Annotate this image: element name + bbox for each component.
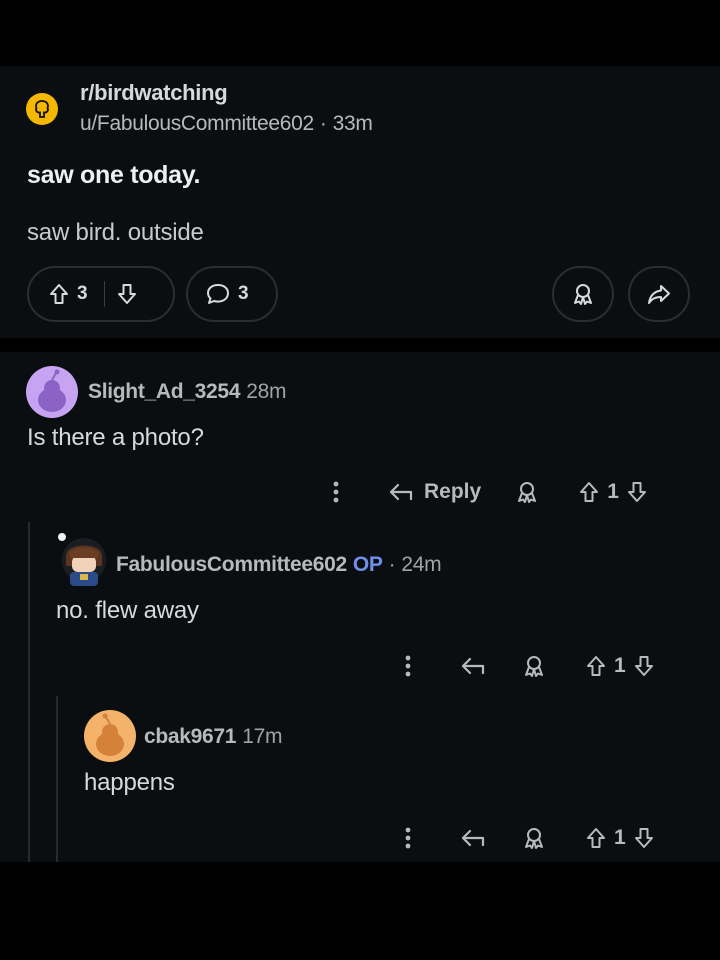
more-icon[interactable] <box>398 827 418 849</box>
comment-age: 28m <box>246 380 287 403</box>
comment-age: 24m <box>401 553 442 576</box>
comment-icon <box>206 283 230 305</box>
downvote-icon[interactable] <box>634 827 654 849</box>
comment-vote-count: 1 <box>614 654 626 677</box>
subreddit-name[interactable]: r/birdwatching <box>80 80 228 106</box>
comment-actions: 1 <box>398 654 654 678</box>
post-comment-count: 3 <box>238 283 249 304</box>
separator-dot: · <box>388 553 396 576</box>
reply-icon <box>388 482 414 502</box>
comment-text: Is there a photo? <box>27 424 204 451</box>
comment-username: cbak9671 17m <box>144 725 282 749</box>
upvote-icon[interactable] <box>579 481 599 503</box>
downvote-icon[interactable] <box>627 481 647 503</box>
comment-author[interactable]: Slight_Ad_3254 <box>88 380 241 403</box>
comment-username: FabulousCommittee602 OP · 24m <box>116 553 442 577</box>
comments-button[interactable]: 3 <box>186 266 278 322</box>
comment-actions: 1 <box>398 826 654 850</box>
more-icon[interactable] <box>326 481 346 503</box>
top-black-bar <box>0 0 720 66</box>
comment-author[interactable]: FabulousCommittee602 <box>116 553 347 576</box>
comment-age: 17m <box>242 725 283 748</box>
post-title: saw one today. <box>27 161 201 189</box>
op-badge: OP <box>352 553 383 576</box>
reply-button[interactable]: Reply <box>388 480 481 504</box>
award-icon[interactable] <box>522 826 546 850</box>
thread-line[interactable] <box>56 696 58 862</box>
separator-dot: · <box>319 112 327 135</box>
award-button[interactable] <box>552 266 614 322</box>
vote-divider <box>103 281 105 307</box>
downvote-icon[interactable] <box>634 655 654 677</box>
bottom-black-bar <box>0 862 720 960</box>
upvote-icon[interactable] <box>586 655 606 677</box>
more-icon[interactable] <box>398 655 418 677</box>
upvote-icon[interactable] <box>49 283 69 305</box>
comment-vote-count: 1 <box>607 480 619 503</box>
post-author[interactable]: u/FabulousCommittee602 <box>80 112 314 135</box>
comment-vote-count: 1 <box>614 826 626 849</box>
comment-text: no. flew away <box>56 597 199 624</box>
share-button[interactable] <box>628 266 690 322</box>
comment-actions: Reply 1 <box>326 480 647 504</box>
downvote-icon[interactable] <box>117 283 137 305</box>
avatar[interactable] <box>26 366 78 418</box>
reply-icon[interactable] <box>460 656 486 676</box>
thread-line[interactable] <box>28 522 30 862</box>
award-icon <box>571 282 595 306</box>
subreddit-avatar[interactable] <box>26 93 58 125</box>
reply-label: Reply <box>424 480 482 503</box>
avatar[interactable] <box>84 710 136 762</box>
vote-bar: 3 <box>27 266 175 322</box>
comment-text: happens <box>84 769 175 796</box>
share-icon <box>647 283 671 305</box>
section-separator <box>0 338 720 352</box>
avatar[interactable] <box>56 532 108 590</box>
post-author-line: u/FabulousCommittee602 · 33m <box>80 112 373 136</box>
post-age: 33m <box>332 112 373 135</box>
post-vote-count: 3 <box>77 283 88 304</box>
comment-author[interactable]: cbak9671 <box>144 725 236 748</box>
award-icon[interactable] <box>522 654 546 678</box>
tree-icon <box>35 100 49 118</box>
award-icon[interactable] <box>515 480 539 504</box>
comment-username: Slight_Ad_3254 28m <box>88 380 286 404</box>
post-body: saw bird. outside <box>27 219 204 246</box>
reply-icon[interactable] <box>460 828 486 848</box>
upvote-icon[interactable] <box>586 827 606 849</box>
